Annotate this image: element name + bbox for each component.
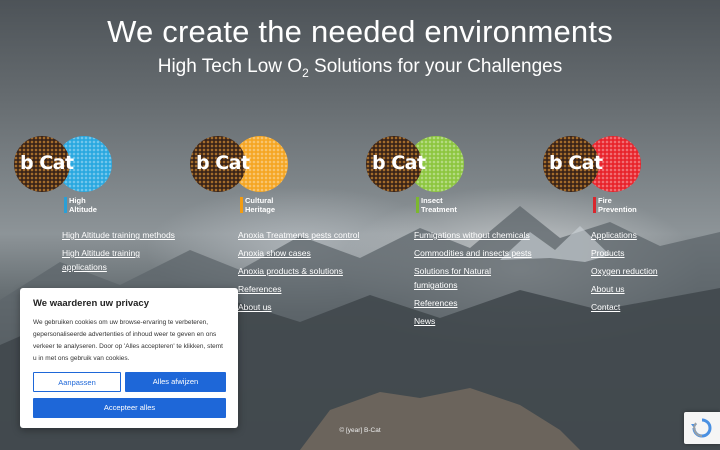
nav-link[interactable]: Applications	[591, 228, 713, 242]
nav-link[interactable]: Commodities and insects pests	[414, 246, 536, 260]
bcat-logo[interactable]: b Cat Fire Prevention	[543, 136, 653, 218]
nav-link[interactable]: News	[414, 314, 536, 328]
link-list: Applications Products Oxygen reduction Abou…	[591, 228, 713, 314]
customize-button[interactable]: Aanpassen	[33, 372, 121, 392]
logo-text: b Cat	[196, 152, 250, 174]
logo-text: b Cat	[549, 152, 603, 174]
bcat-logo[interactable]: b Cat High Altitude	[14, 136, 124, 218]
nav-link[interactable]: Anoxia Treatments pests control	[238, 228, 360, 242]
hero-subtitle: High Tech Low O2 Solutions for your Chal…	[157, 56, 563, 80]
logo-text: b Cat	[20, 152, 74, 174]
cookie-title: We waarderen uw privacy	[33, 298, 149, 309]
nav-link[interactable]: About us	[238, 300, 360, 314]
nav-link[interactable]: High Altitude training methods	[62, 228, 184, 242]
bcat-logo[interactable]: b Cat Cultural Heritage	[190, 136, 300, 218]
nav-link[interactable]: High Altitude training applications	[62, 246, 184, 274]
logo-caption: Insect Treatment	[421, 196, 457, 214]
logo-bar	[240, 197, 243, 213]
logo-bar	[416, 197, 419, 213]
nav-link[interactable]: Fumigations without chemicals	[414, 228, 536, 242]
nav-link[interactable]: Oxygen reduction	[591, 264, 713, 278]
logo-caption: Cultural Heritage	[245, 196, 276, 214]
logo-caption: Fire Prevention	[598, 196, 637, 214]
nav-link[interactable]: Anoxia show cases	[238, 246, 360, 260]
product-column: b Cat Fire Prevention Applications Products O…	[543, 136, 713, 318]
nav-link[interactable]: Anoxia products & solutions	[238, 264, 360, 278]
product-column: b Cat Insect Treatment Fumigations without …	[366, 136, 536, 332]
link-list: High Altitude training methods High Altit…	[62, 228, 184, 274]
nav-link[interactable]: Contact	[591, 300, 713, 314]
nav-link[interactable]: Products	[591, 246, 713, 260]
footer-copyright: © [year] B-Cat	[339, 427, 381, 434]
link-list: Anoxia Treatments pests control Anoxia sh…	[238, 228, 360, 314]
logo-bar	[593, 197, 596, 213]
product-column: b Cat High Altitude High Altitude training …	[14, 136, 184, 278]
logo-text: b Cat	[372, 152, 426, 174]
nav-link[interactable]: Solutions for Natural fumigations	[414, 264, 536, 292]
cookie-consent-dialog: We waarderen uw privacy We gebruiken coo…	[20, 288, 238, 428]
nav-link[interactable]: References	[238, 282, 360, 296]
accept-all-button[interactable]: Accepteer alles	[33, 398, 226, 418]
reject-all-button[interactable]: Alles afwijzen	[125, 372, 226, 392]
link-list: Fumigations without chemicals Commodities…	[414, 228, 536, 328]
bcat-logo[interactable]: b Cat Insect Treatment	[366, 136, 476, 218]
recaptcha-icon[interactable]	[684, 412, 720, 444]
nav-link[interactable]: About us	[591, 282, 713, 296]
logo-bar	[64, 197, 67, 213]
nav-link[interactable]: References	[414, 296, 536, 310]
hero-title: We create the needed environments	[107, 14, 613, 49]
cookie-body: We gebruiken cookies om uw browse-ervari…	[33, 319, 223, 362]
logo-caption: High Altitude	[69, 196, 97, 214]
